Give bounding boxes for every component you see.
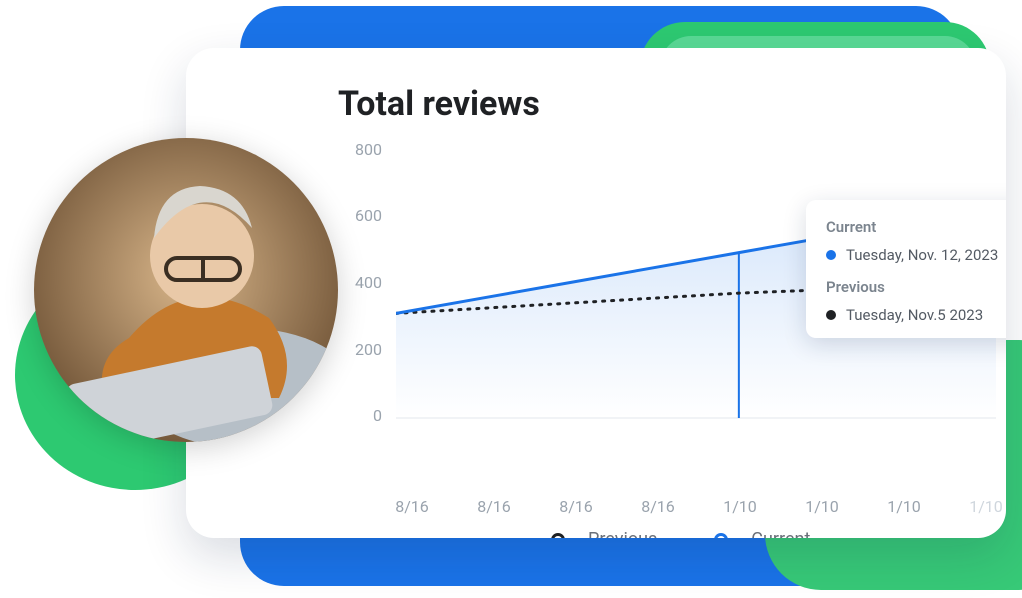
- xtick-4: 1/10: [710, 497, 770, 516]
- legend-current-label: Current: [751, 529, 810, 538]
- chart-tooltip: Current Tuesday, Nov. 12, 2023 186 3% Pr…: [806, 200, 1006, 338]
- tooltip-previous-dot-icon: [826, 310, 836, 320]
- ytick-600: 600: [338, 206, 382, 225]
- xtick-7: 1/10: [956, 497, 1006, 516]
- chart-title: Total reviews: [338, 84, 540, 124]
- tooltip-previous-header: Previous: [826, 278, 1006, 296]
- tooltip-previous-date: Tuesday, Nov.5 2023: [846, 306, 1006, 324]
- xtick-0: 8/16: [382, 497, 442, 516]
- ytick-400: 400: [338, 273, 382, 292]
- reviews-line-chart[interactable]: 800 600 400 200 0 8/16 8/16 8/16 8/16: [338, 148, 998, 488]
- tooltip-current-header: Current: [826, 218, 1006, 236]
- xtick-3: 8/16: [628, 497, 688, 516]
- tooltip-current-date: Tuesday, Nov. 12, 2023: [846, 246, 1006, 264]
- xtick-1: 8/16: [464, 497, 524, 516]
- ytick-800: 800: [338, 140, 382, 159]
- legend-previous-label: Previous: [588, 529, 657, 538]
- chart-legend: Previous Current: [538, 529, 810, 538]
- xtick-2: 8/16: [546, 497, 606, 516]
- avatar-photo: [34, 138, 338, 442]
- tooltip-current-dot-icon: [826, 250, 836, 260]
- xtick-5: 1/10: [792, 497, 852, 516]
- legend-current[interactable]: Current: [701, 529, 810, 538]
- ytick-0: 0: [338, 406, 382, 425]
- legend-current-icon: [701, 533, 741, 539]
- xtick-6: 1/10: [874, 497, 934, 516]
- ytick-200: 200: [338, 340, 382, 359]
- legend-previous-icon: [538, 533, 578, 539]
- legend-previous[interactable]: Previous: [538, 529, 657, 538]
